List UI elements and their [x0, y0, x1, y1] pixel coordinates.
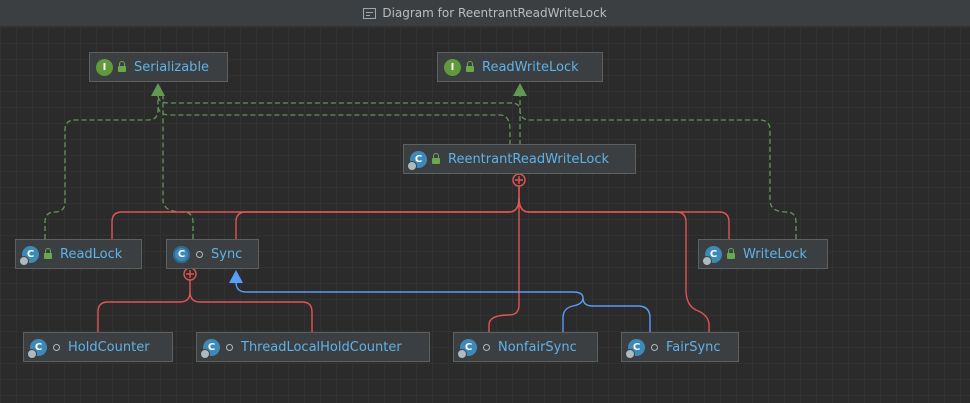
- node-label: WriteLock: [743, 246, 807, 262]
- package-private-icon: [196, 250, 203, 258]
- lock-icon: [466, 61, 474, 72]
- edge-inner-threadlocal: [189, 291, 313, 333]
- class-icon: C: [457, 338, 477, 359]
- edge-readlock-serializable: [44, 95, 159, 239]
- interface-icon: I: [96, 58, 113, 76]
- node-threadlocalholdcounter[interactable]: C ThreadLocalHoldCounter: [196, 332, 430, 362]
- node-label: Serializable: [134, 59, 210, 75]
- class-icon: C: [702, 245, 722, 266]
- node-label: HoldCounter: [68, 339, 150, 355]
- abstract-class-icon: C: [173, 245, 190, 263]
- interface-icon: I: [444, 58, 461, 76]
- node-fairsync[interactable]: C FairSync: [621, 332, 739, 362]
- edge-inner-fairsync: [518, 197, 710, 333]
- edge-inner-nonfairsync: [488, 186, 520, 333]
- node-label: Sync: [211, 246, 243, 262]
- node-holdcounter[interactable]: C HoldCounter: [23, 332, 173, 362]
- edge-rrwl-serializable: [157, 104, 511, 145]
- lock-icon: [727, 248, 735, 259]
- node-label: FairSync: [666, 339, 721, 355]
- node-label: ReadLock: [60, 246, 123, 262]
- edge-inner-sync: [235, 197, 520, 239]
- package-private-icon: [226, 343, 233, 351]
- node-label: ReadWriteLock: [482, 59, 579, 75]
- arrowhead-serializable: [151, 83, 165, 96]
- class-icon: C: [625, 338, 645, 359]
- node-label: NonfairSync: [498, 339, 577, 355]
- plus-circle-sync: [183, 267, 197, 281]
- arrowhead-readwritelock: [513, 83, 527, 96]
- package-private-icon: [651, 343, 658, 351]
- package-private-icon: [483, 343, 490, 351]
- node-readlock[interactable]: C ReadLock: [15, 239, 142, 269]
- edge-inner-holdcounter: [97, 280, 191, 333]
- edge-nonfairsync-sync: [235, 281, 584, 333]
- lock-icon: [432, 153, 440, 164]
- class-icon: C: [27, 338, 47, 359]
- node-reentrantreadwritelock[interactable]: C ReentrantReadWriteLock: [403, 144, 636, 174]
- plus-circle-rrwl: [512, 173, 526, 187]
- node-writelock[interactable]: C WriteLock: [698, 239, 828, 269]
- lock-icon: [118, 61, 126, 72]
- package-private-icon: [53, 343, 60, 351]
- node-label: ThreadLocalHoldCounter: [241, 339, 402, 355]
- arrowhead-sync: [229, 270, 243, 283]
- lock-icon: [44, 248, 52, 259]
- edge-fairsync-sync: [582, 297, 651, 333]
- edge-inner-writelock: [518, 197, 730, 239]
- node-label: ReentrantReadWriteLock: [448, 151, 610, 167]
- class-icon: C: [407, 150, 427, 171]
- edge-sync-serializable: [162, 95, 194, 239]
- class-icon: C: [200, 338, 220, 359]
- node-readwritelock[interactable]: I ReadWriteLock: [437, 52, 603, 82]
- node-serializable[interactable]: I Serializable: [89, 52, 228, 82]
- node-sync[interactable]: C Sync: [166, 239, 259, 269]
- class-icon: C: [19, 245, 39, 266]
- node-nonfairsync[interactable]: C NonfairSync: [453, 332, 598, 362]
